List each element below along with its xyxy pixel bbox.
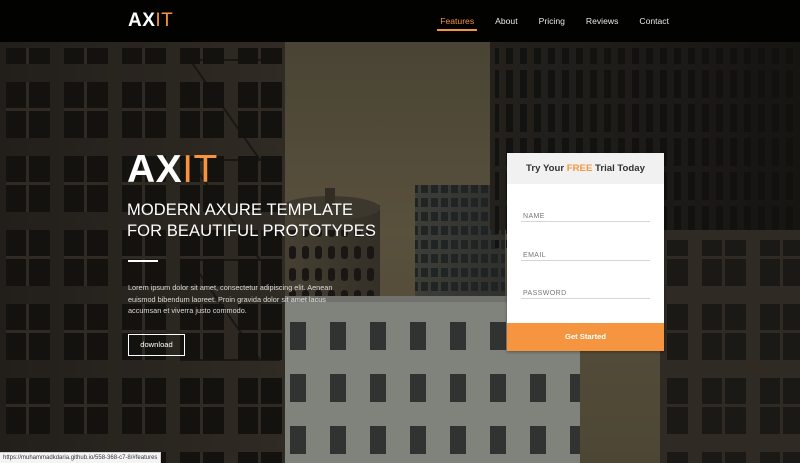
hero-subtitle: MODERN AXURE TEMPLATE FOR BEAUTIFUL PROT… xyxy=(127,200,457,242)
signup-title-prefix: Try Your xyxy=(526,163,567,174)
hero-subtitle-line-1: MODERN AXURE TEMPLATE xyxy=(127,201,354,219)
download-button[interactable]: download xyxy=(128,334,185,356)
password-field xyxy=(521,282,652,302)
hero-description: Lorem ipsum dolor sit amet, consectetur … xyxy=(128,283,333,315)
signup-title-highlight: FREE xyxy=(566,163,593,174)
logo-accent-text: IT xyxy=(155,10,174,31)
email-input[interactable] xyxy=(521,247,652,264)
hero-divider xyxy=(128,260,158,262)
nav-item-features[interactable]: Features xyxy=(437,0,478,42)
hero-title: AXIT xyxy=(127,148,218,192)
signup-card-header: Try Your FREE Trial Today xyxy=(507,153,664,184)
name-field xyxy=(521,205,652,225)
top-navigation-bar: AXIT Features About Pricing Reviews Cont… xyxy=(0,0,800,42)
get-started-button[interactable]: Get Started xyxy=(507,323,664,351)
hero-title-accent: IT xyxy=(182,148,218,191)
hero-title-main: AX xyxy=(127,148,183,191)
password-input[interactable] xyxy=(521,285,652,302)
status-bar-url: https://muhammadkdaria.github.io/558-368… xyxy=(0,452,162,463)
nav-item-contact[interactable]: Contact xyxy=(639,0,669,42)
nav-item-about[interactable]: About xyxy=(495,0,517,42)
signup-title-suffix: Trial Today xyxy=(592,163,645,174)
nav-item-reviews[interactable]: Reviews xyxy=(586,0,618,42)
logo-main-text: AX xyxy=(128,10,156,31)
hero-subtitle-line-2: FOR BEAUTIFUL PROTOTYPES xyxy=(127,222,377,240)
signup-card-title: Try Your FREE Trial Today xyxy=(507,153,664,184)
free-trial-signup-card: Try Your FREE Trial Today Get Started xyxy=(507,153,664,351)
brand-logo[interactable]: AXIT xyxy=(128,10,173,32)
name-input[interactable] xyxy=(521,208,652,225)
email-field xyxy=(521,244,652,264)
main-nav: Features About Pricing Reviews Contact xyxy=(419,0,669,42)
nav-item-pricing[interactable]: Pricing xyxy=(539,0,565,42)
